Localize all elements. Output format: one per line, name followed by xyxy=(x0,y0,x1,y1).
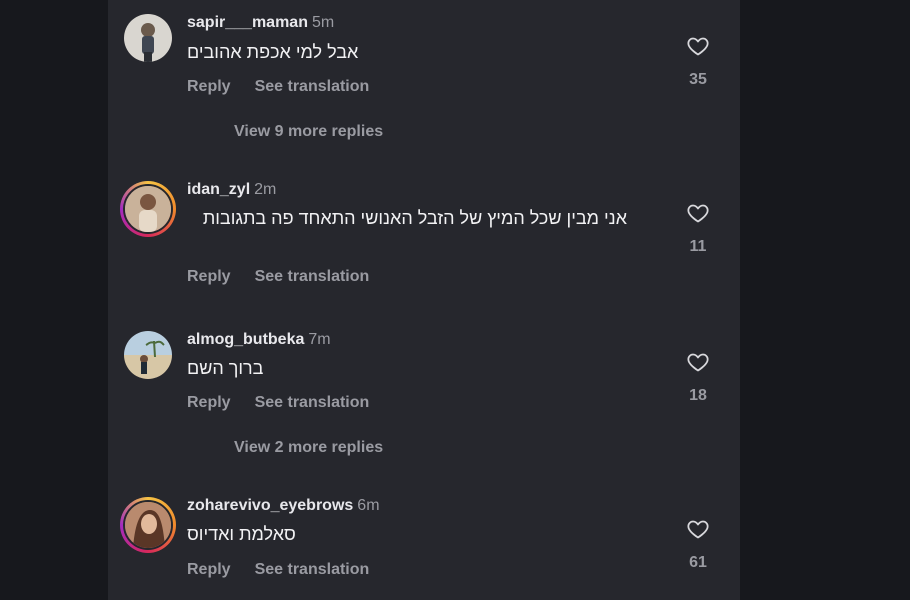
heart-icon[interactable] xyxy=(686,517,710,541)
avatar-image-frame xyxy=(123,500,173,550)
username[interactable]: almog_butbeka xyxy=(187,331,304,348)
see-translation-button[interactable]: See translation xyxy=(255,78,370,95)
reply-button[interactable]: Reply xyxy=(187,394,231,411)
comment-text: אבל למי אכפת אהובים xyxy=(187,42,359,62)
username[interactable]: sapir___maman xyxy=(187,14,308,31)
heart-icon[interactable] xyxy=(686,34,710,58)
reply-button[interactable]: Reply xyxy=(187,78,231,95)
like-count: 35 xyxy=(689,71,707,88)
comment-actions: Reply See translation xyxy=(187,561,369,579)
comment-text: ברוך השם xyxy=(187,358,264,378)
see-translation-button[interactable]: See translation xyxy=(255,394,370,411)
comment-actions: Reply See translation xyxy=(187,394,369,412)
timestamp: 2m xyxy=(254,181,277,198)
comment-text: אני מבין שכל המיץ של הזבל האנושי התאחד פ… xyxy=(202,208,627,228)
comment-header: zoharevivo_eyebrows 6m xyxy=(187,497,380,515)
comment-actions: Reply See translation xyxy=(187,78,369,96)
avatar[interactable] xyxy=(120,181,176,237)
like-count: 18 xyxy=(689,387,707,404)
comment-header: sapir___maman 5m xyxy=(187,14,334,32)
like-count: 11 xyxy=(689,238,707,255)
see-translation-button[interactable]: See translation xyxy=(255,561,370,578)
timestamp: 6m xyxy=(357,497,380,514)
avatar[interactable] xyxy=(124,14,172,62)
avatar[interactable] xyxy=(124,331,172,379)
username[interactable]: idan_zyl xyxy=(187,181,250,198)
reply-button[interactable]: Reply xyxy=(187,268,231,285)
view-more-replies-button[interactable]: View 9 more replies xyxy=(234,123,383,141)
avatar-image-frame xyxy=(123,184,173,234)
screen: sapir___maman 5m אבל למי אכפת אהובים Repl… xyxy=(0,0,910,600)
reply-button[interactable]: Reply xyxy=(187,561,231,578)
avatar[interactable] xyxy=(120,497,176,553)
avatar-image xyxy=(124,14,172,62)
comments-panel: sapir___maman 5m אבל למי אכפת אהובים Repl… xyxy=(108,0,740,600)
timestamp: 5m xyxy=(311,14,335,31)
timestamp: 7m xyxy=(308,331,331,348)
see-translation-button[interactable]: See translation xyxy=(255,268,370,285)
comment-text: סאלמת ואדיוס xyxy=(187,524,296,544)
heart-icon[interactable] xyxy=(686,201,710,225)
avatar-image xyxy=(125,502,171,548)
username[interactable]: zoharevivo_eyebrows xyxy=(187,497,353,514)
comment-header: idan_zyl 2m xyxy=(187,181,276,199)
avatar-image xyxy=(125,186,171,232)
comment-actions: Reply See translation xyxy=(187,268,369,286)
heart-icon[interactable] xyxy=(686,350,710,374)
comment-header: almog_butbeka 7m xyxy=(187,331,331,349)
like-count: 61 xyxy=(689,554,707,571)
view-more-replies-button[interactable]: View 2 more replies xyxy=(234,439,383,457)
avatar-image xyxy=(124,331,172,379)
